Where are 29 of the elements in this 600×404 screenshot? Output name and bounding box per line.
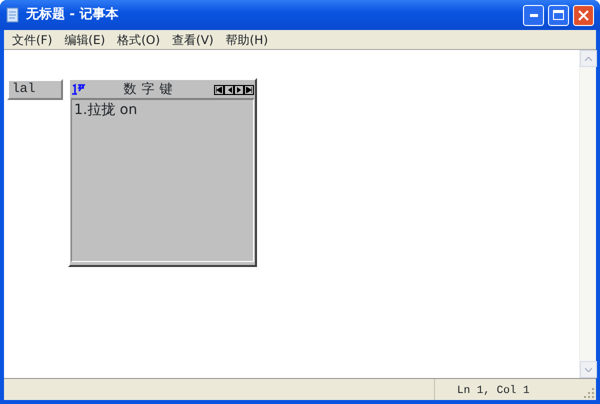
previous-page-button[interactable] — [224, 84, 234, 94]
window-title: 无标题 - 记事本 — [26, 6, 118, 24]
candidate-title: 数字键 — [122, 80, 178, 99]
menu-item[interactable]: 查看(V) — [166, 30, 220, 48]
close-icon — [578, 10, 589, 20]
first-page-icon — [216, 86, 222, 92]
last-page-button[interactable] — [244, 84, 254, 94]
maximize-icon — [553, 10, 564, 20]
first-page-button[interactable] — [214, 84, 224, 94]
notepad-icon — [6, 7, 20, 23]
menu-item[interactable]: 帮助(H) — [220, 30, 274, 48]
candidate-item[interactable]: 1.拉拢 on — [74, 100, 253, 121]
left-triangle-icon — [226, 86, 232, 92]
menu-item[interactable]: 格式(O) — [111, 30, 166, 48]
close-button[interactable] — [573, 4, 594, 26]
resize-grip-icon[interactable] — [582, 386, 596, 400]
down-chevron-icon — [585, 368, 592, 372]
composition-box: lal — [7, 79, 63, 100]
cursor-position: Ln 1, Col 1 — [434, 379, 582, 400]
menu-item[interactable]: 编辑(E) — [58, 30, 112, 48]
next-page-button[interactable] — [234, 84, 244, 94]
menu-item[interactable]: 文件(F) — [6, 30, 58, 48]
numbers-icon — [71, 83, 87, 96]
right-triangle-icon — [236, 86, 242, 92]
minimize-button[interactable] — [523, 4, 544, 26]
minimize-icon — [530, 14, 538, 16]
maximize-button[interactable] — [548, 4, 569, 26]
up-chevron-icon — [585, 56, 592, 60]
last-page-icon — [246, 86, 252, 92]
